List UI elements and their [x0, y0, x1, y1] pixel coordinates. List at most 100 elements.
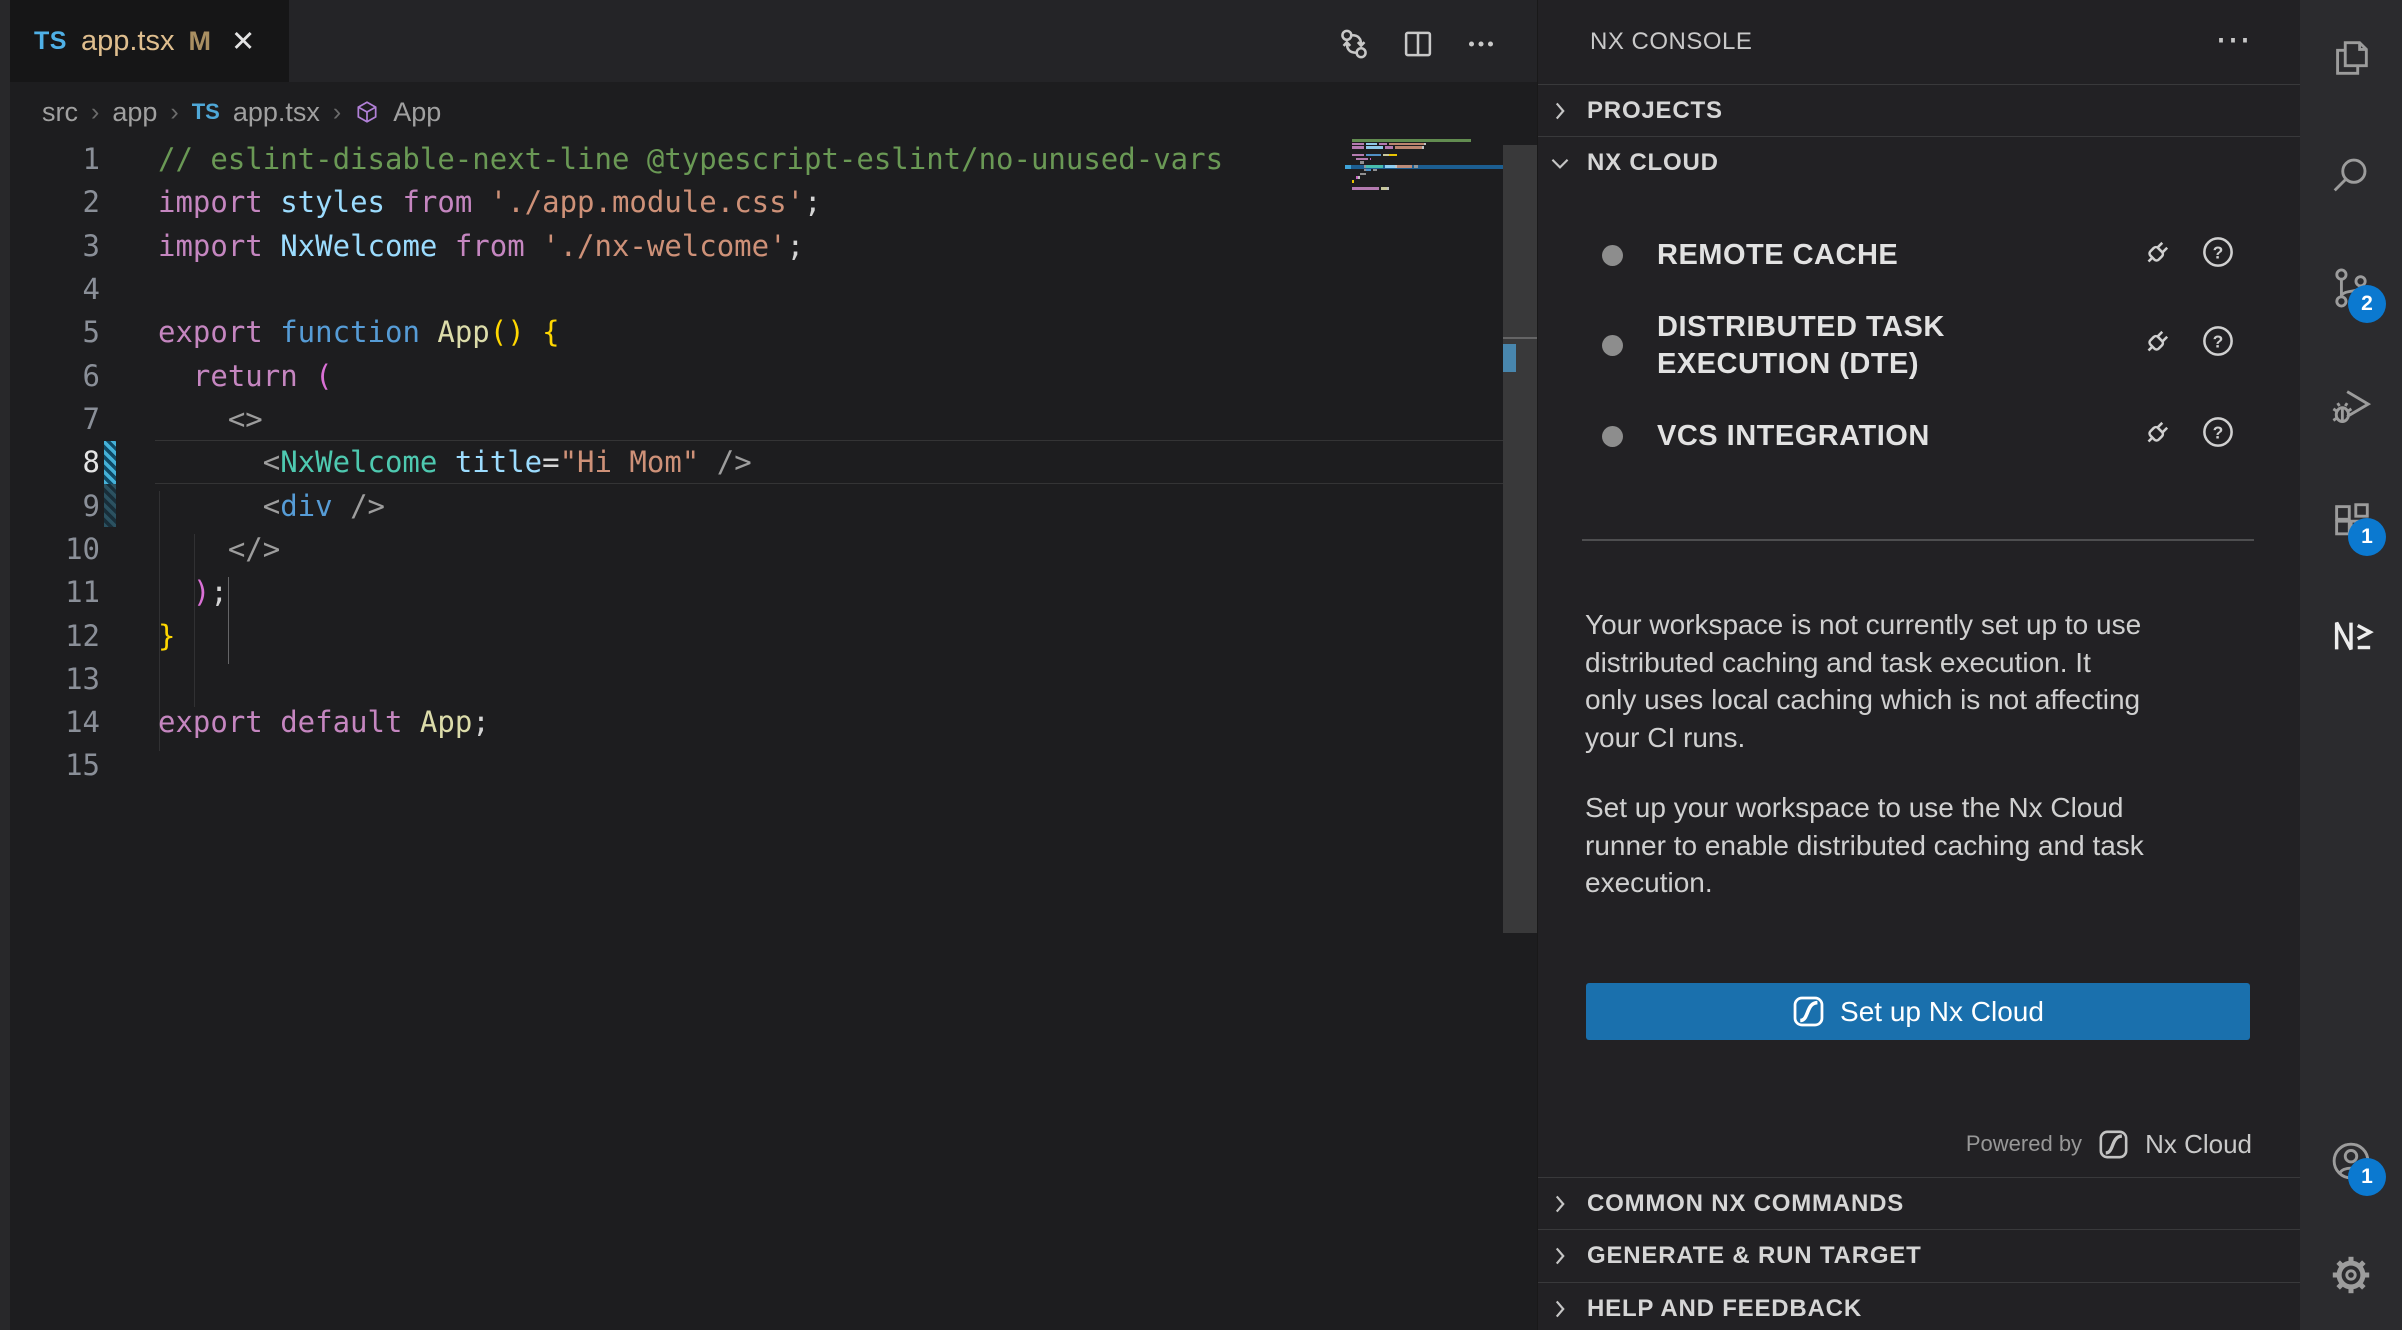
line-number[interactable]: 5 — [10, 310, 100, 354]
source-control-badge: 2 — [2348, 285, 2386, 323]
code-line[interactable]: 7 <> — [10, 397, 1537, 441]
breadcrumb-file[interactable]: app.tsx — [233, 97, 320, 128]
chevron-right-icon — [1547, 1296, 1573, 1322]
nx-cloud-logo-icon — [2098, 1129, 2129, 1160]
line-number[interactable]: 8 — [10, 440, 100, 484]
line-number[interactable]: 6 — [10, 354, 100, 398]
code-line[interactable]: 3import NxWelcome from './nx-welcome'; — [10, 224, 1537, 268]
section-common-nx-commands[interactable]: COMMON NX COMMANDS — [1538, 1178, 2301, 1229]
split-editor-icon[interactable] — [1399, 25, 1437, 63]
line-number[interactable]: 3 — [10, 224, 100, 268]
svg-text:?: ? — [2213, 331, 2224, 351]
breadcrumb-symbol[interactable]: App — [393, 97, 441, 128]
code-line[interactable]: 4 — [10, 267, 1537, 311]
line-number[interactable]: 4 — [10, 267, 100, 311]
code-line[interactable]: 11 ); — [10, 570, 1537, 614]
line-number[interactable]: 13 — [10, 657, 100, 701]
nx-console-icon[interactable] — [2328, 613, 2374, 659]
section-generate-run-target[interactable]: GENERATE & RUN TARGET — [1538, 1230, 2301, 1281]
activity-bar: 2 1 — [2300, 0, 2402, 1330]
search-icon[interactable] — [2328, 153, 2374, 199]
help-circle-icon[interactable]: ? — [2199, 413, 2237, 451]
minimap-modified-marker — [1345, 165, 1351, 170]
code-line[interactable]: 5export function App() { — [10, 310, 1537, 354]
line-number[interactable]: 15 — [10, 743, 100, 787]
status-bullet — [1602, 335, 1623, 356]
editor-scrollbar — [1503, 82, 1537, 1330]
code-line[interactable]: 8 <NxWelcome title="Hi Mom" /> — [10, 440, 1537, 484]
line-number[interactable]: 9 — [10, 484, 100, 528]
scrollbar-slider[interactable] — [1503, 145, 1537, 933]
breadcrumb-src[interactable]: src — [42, 97, 78, 128]
brand-label: Nx Cloud — [2145, 1129, 2252, 1160]
typescript-file-icon: TS — [192, 99, 220, 125]
typescript-file-icon: TS — [34, 27, 67, 56]
breadcrumb-app[interactable]: app — [112, 97, 157, 128]
divider — [1582, 539, 2254, 541]
code-line[interactable]: 14export default App; — [10, 700, 1537, 744]
workspace-status-text: Your workspace is not currently set up t… — [1585, 606, 2275, 756]
git-compare-icon[interactable] — [1335, 25, 1373, 63]
line-number[interactable]: 1 — [10, 137, 100, 181]
source-control-icon[interactable]: 2 — [2328, 265, 2374, 311]
panel-title: NX CONSOLE — [1590, 28, 1752, 56]
section-projects[interactable]: PROJECTS — [1538, 85, 2301, 136]
connect-plug-icon[interactable] — [2139, 413, 2177, 451]
code-line[interactable]: 9 <div /> — [10, 484, 1537, 528]
status-bullet — [1602, 245, 1623, 266]
powered-by-row: Powered by Nx Cloud — [1966, 1124, 2252, 1164]
help-circle-icon[interactable]: ? — [2199, 322, 2237, 360]
vscode-window: TS app.tsx M ✕ src — [0, 0, 2402, 1330]
connect-plug-icon[interactable] — [2139, 233, 2177, 271]
setup-hint-text: Set up your workspace to use the Nx Clou… — [1585, 789, 2275, 902]
modified-badge: M — [188, 26, 211, 57]
settings-gear-icon[interactable] — [2328, 1252, 2374, 1298]
section-nx-cloud[interactable]: NX CLOUD — [1538, 137, 2301, 188]
account-icon[interactable]: 1 — [2328, 1138, 2374, 1184]
extensions-badge: 1 — [2348, 518, 2386, 556]
chevron-right-icon — [1547, 98, 1573, 124]
minimap[interactable] — [1345, 139, 1503, 201]
code-line[interactable]: 2import styles from './app.module.css'; — [10, 180, 1537, 224]
run-debug-icon[interactable] — [2328, 383, 2374, 429]
symbol-class-icon — [354, 99, 380, 125]
code-line[interactable]: 12} — [10, 614, 1537, 658]
explorer-icon[interactable] — [2328, 35, 2374, 81]
setup-nx-cloud-button[interactable]: Set up Nx Cloud — [1586, 983, 2250, 1040]
button-label: Set up Nx Cloud — [1840, 996, 2044, 1028]
chevron-right-icon — [1547, 1191, 1573, 1217]
line-number[interactable]: 14 — [10, 700, 100, 744]
tab-bar: TS app.tsx M ✕ — [10, 0, 1537, 82]
overview-ruler-modified-marker — [1503, 344, 1516, 372]
help-circle-icon[interactable]: ? — [2199, 233, 2237, 271]
code-line[interactable]: 6 return ( — [10, 354, 1537, 398]
nx-console-panel: NX CONSOLE ⋯ PROJECTS NX CLOUD REMOTE CA… — [1537, 0, 2300, 1330]
line-number[interactable]: 2 — [10, 180, 100, 224]
chevron-down-icon — [1547, 150, 1573, 176]
chevron-right-icon — [1547, 1243, 1573, 1269]
connect-plug-icon[interactable] — [2139, 322, 2177, 360]
code-line[interactable]: 15 — [10, 743, 1537, 787]
code-line[interactable]: 13 — [10, 657, 1537, 701]
code-line[interactable]: 1// eslint-disable-next-line @typescript… — [10, 137, 1537, 181]
overview-ruler-line — [1503, 337, 1537, 339]
close-icon[interactable]: ✕ — [231, 24, 255, 59]
breadcrumb: src › app › TS app.tsx › App — [42, 92, 441, 132]
line-number[interactable]: 11 — [10, 570, 100, 614]
line-number[interactable]: 7 — [10, 397, 100, 441]
line-number[interactable]: 12 — [10, 614, 100, 658]
svg-text:?: ? — [2213, 422, 2224, 442]
line-number[interactable]: 10 — [10, 527, 100, 571]
tab-app-tsx[interactable]: TS app.tsx M ✕ — [10, 0, 289, 82]
more-actions-icon[interactable] — [1462, 25, 1500, 63]
code-line[interactable]: 10 </> — [10, 527, 1537, 571]
tab-title: app.tsx — [81, 25, 175, 58]
panel-more-actions-icon[interactable]: ⋯ — [2215, 18, 2251, 60]
nx-cloud-logo-icon — [1792, 995, 1825, 1028]
account-badge: 1 — [2348, 1158, 2386, 1196]
svg-text:?: ? — [2213, 242, 2224, 262]
window-edge — [0, 0, 10, 1330]
extensions-icon[interactable]: 1 — [2328, 498, 2374, 544]
section-help-and-feedback[interactable]: HELP AND FEEDBACK — [1538, 1283, 2301, 1330]
code-editor[interactable]: 1// eslint-disable-next-line @typescript… — [10, 137, 1537, 797]
